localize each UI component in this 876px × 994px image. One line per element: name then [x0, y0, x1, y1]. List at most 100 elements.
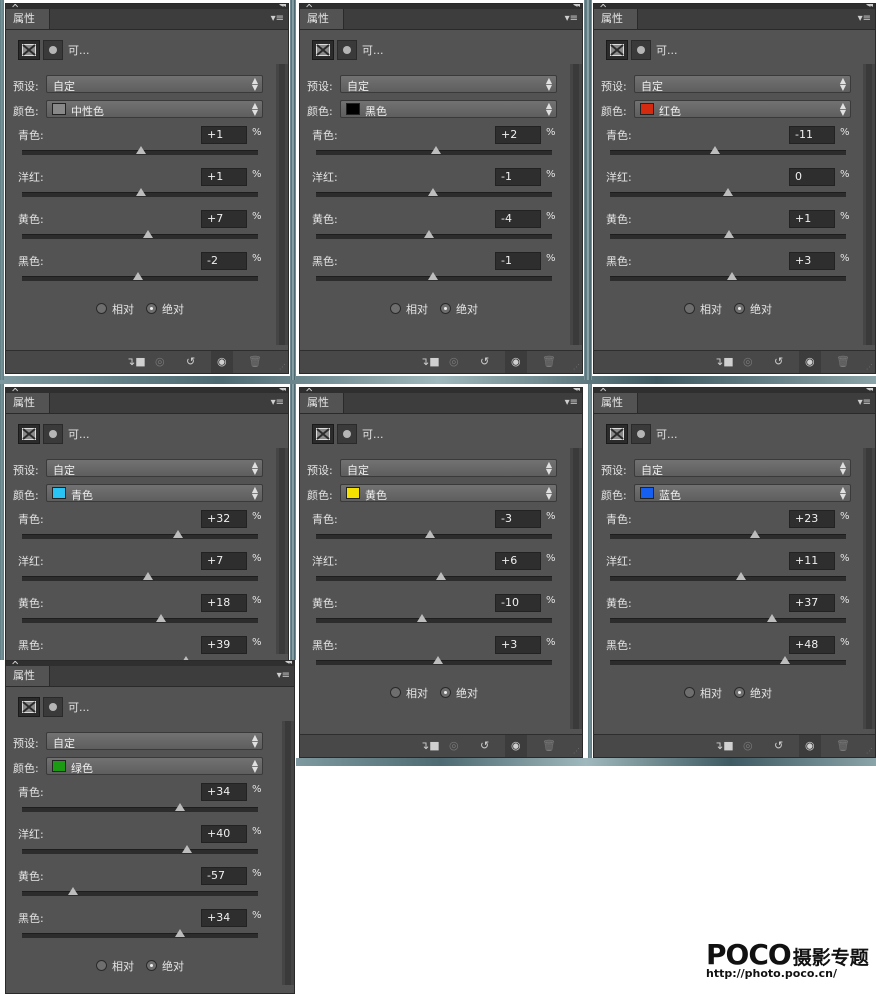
slider-thumb[interactable]: [136, 146, 147, 154]
clip-to-layer-icon[interactable]: ↴■: [714, 355, 734, 368]
value-input[interactable]: +39: [201, 636, 247, 654]
radio-circle[interactable]: [96, 303, 107, 314]
radio-circle[interactable]: [684, 687, 695, 698]
color-select[interactable]: 青色 ▲ ▼: [46, 484, 263, 502]
value-input[interactable]: +34: [201, 909, 247, 927]
view-previous-icon[interactable]: ◎: [155, 355, 165, 368]
value-input[interactable]: +3: [495, 636, 541, 654]
slider-track[interactable]: [22, 803, 258, 812]
selective-color-icon[interactable]: [606, 424, 628, 444]
slider-thumb[interactable]: [427, 272, 438, 280]
panel-menu-icon[interactable]: ▾≡: [565, 397, 578, 408]
view-previous-icon[interactable]: ◎: [743, 739, 753, 752]
radio-circle[interactable]: [734, 303, 745, 314]
clip-to-layer-icon[interactable]: ↴■: [714, 739, 734, 752]
layer-mask-icon[interactable]: [631, 40, 651, 60]
radio-circle[interactable]: [390, 303, 401, 314]
color-select[interactable]: 绿色 ▲ ▼: [46, 757, 263, 775]
scrollbar[interactable]: [570, 448, 582, 729]
tab-properties[interactable]: 属性: [6, 666, 50, 686]
slider-thumb[interactable]: [182, 845, 193, 853]
slider-thumb[interactable]: [156, 614, 167, 622]
slider-thumb[interactable]: [724, 230, 735, 238]
color-select[interactable]: 红色 ▲ ▼: [634, 100, 851, 118]
panel-menu-icon[interactable]: ▾≡: [277, 670, 290, 681]
value-input[interactable]: +40: [201, 825, 247, 843]
slider-track[interactable]: [22, 272, 258, 281]
slider-track[interactable]: [316, 230, 552, 239]
value-input[interactable]: +34: [201, 783, 247, 801]
scrollbar[interactable]: [276, 64, 288, 345]
value-input[interactable]: +3: [789, 252, 835, 270]
preset-select[interactable]: 自定 ▲ ▼: [634, 75, 851, 93]
slider-thumb[interactable]: [175, 803, 186, 811]
panel-menu-icon[interactable]: ▾≡: [271, 397, 284, 408]
value-input[interactable]: -57: [201, 867, 247, 885]
slider-thumb[interactable]: [431, 146, 442, 154]
scrollbar-thumb[interactable]: [279, 64, 285, 345]
slider-thumb[interactable]: [172, 530, 183, 538]
value-input[interactable]: -3: [495, 510, 541, 528]
layer-mask-icon[interactable]: [43, 424, 63, 444]
visibility-eye-icon[interactable]: ◉: [799, 351, 821, 373]
tab-properties[interactable]: 属性: [594, 9, 638, 29]
selective-color-icon[interactable]: [606, 40, 628, 60]
radio-circle[interactable]: [440, 303, 451, 314]
value-input[interactable]: +7: [201, 210, 247, 228]
layer-mask-icon[interactable]: [337, 40, 357, 60]
tab-properties[interactable]: 属性: [6, 393, 50, 413]
layer-mask-icon[interactable]: [631, 424, 651, 444]
color-select[interactable]: 黑色 ▲ ▼: [340, 100, 557, 118]
reset-icon[interactable]: ↺: [480, 739, 489, 752]
radio-circle[interactable]: [146, 303, 157, 314]
slider-thumb[interactable]: [424, 230, 435, 238]
view-previous-icon[interactable]: ◎: [449, 739, 459, 752]
selective-color-icon[interactable]: [18, 40, 40, 60]
slider-track[interactable]: [22, 230, 258, 239]
trash-icon[interactable]: 🗑: [542, 739, 556, 752]
scrollbar[interactable]: [863, 64, 875, 345]
slider-track[interactable]: [22, 188, 258, 197]
slider-thumb[interactable]: [143, 230, 154, 238]
slider-track[interactable]: [22, 614, 258, 623]
slider-track[interactable]: [610, 614, 846, 623]
tab-properties[interactable]: 属性: [300, 393, 344, 413]
slider-track[interactable]: [610, 530, 846, 539]
resize-grip-icon[interactable]: ⋰: [573, 747, 580, 755]
value-input[interactable]: +37: [789, 594, 835, 612]
slider-thumb[interactable]: [67, 887, 78, 895]
slider-thumb[interactable]: [735, 572, 746, 580]
radio-circle[interactable]: [684, 303, 695, 314]
clip-to-layer-icon[interactable]: ↴■: [126, 355, 146, 368]
slider-track[interactable]: [22, 845, 258, 854]
slider-track[interactable]: [316, 146, 552, 155]
visibility-eye-icon[interactable]: ◉: [505, 351, 527, 373]
reset-icon[interactable]: ↺: [774, 355, 783, 368]
scrollbar[interactable]: [282, 721, 294, 985]
slider-track[interactable]: [316, 572, 552, 581]
clip-to-layer-icon[interactable]: ↴■: [420, 739, 440, 752]
value-input[interactable]: +11: [789, 552, 835, 570]
slider-thumb[interactable]: [779, 656, 790, 664]
trash-icon[interactable]: 🗑: [836, 739, 850, 752]
slider-track[interactable]: [610, 146, 846, 155]
slider-track[interactable]: [22, 530, 258, 539]
color-select[interactable]: 黄色 ▲ ▼: [340, 484, 557, 502]
selective-color-icon[interactable]: [18, 697, 40, 717]
value-input[interactable]: -1: [495, 252, 541, 270]
value-input[interactable]: -1: [495, 168, 541, 186]
slider-track[interactable]: [610, 572, 846, 581]
slider-thumb[interactable]: [436, 572, 447, 580]
slider-thumb[interactable]: [432, 656, 443, 664]
color-select[interactable]: 蓝色 ▲ ▼: [634, 484, 851, 502]
preset-select[interactable]: 自定 ▲ ▼: [46, 75, 263, 93]
visibility-eye-icon[interactable]: ◉: [799, 735, 821, 757]
preset-select[interactable]: 自定 ▲ ▼: [340, 459, 557, 477]
slider-track[interactable]: [22, 572, 258, 581]
trash-icon[interactable]: 🗑: [836, 355, 850, 368]
value-input[interactable]: +1: [789, 210, 835, 228]
value-input[interactable]: +7: [201, 552, 247, 570]
visibility-eye-icon[interactable]: ◉: [211, 351, 233, 373]
tab-properties[interactable]: 属性: [594, 393, 638, 413]
slider-thumb[interactable]: [417, 614, 428, 622]
